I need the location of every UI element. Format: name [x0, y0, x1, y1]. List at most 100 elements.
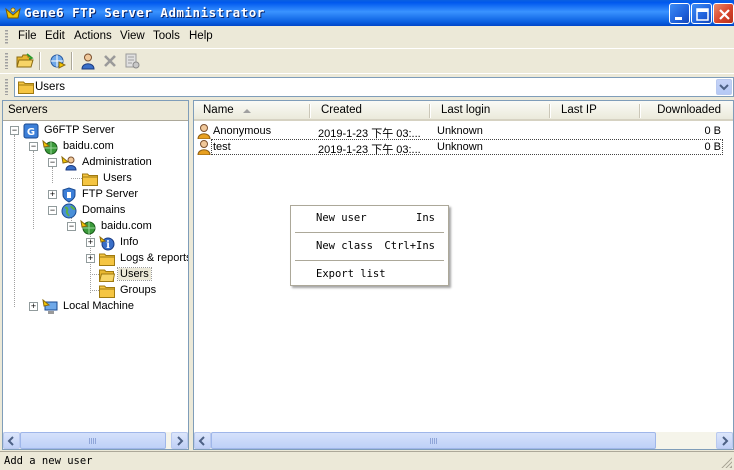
server-tree[interactable]: − − − + − − + + + G G6FTP Server baidu.c…	[3, 121, 188, 433]
user-icon	[197, 140, 211, 155]
toolbar-separator	[39, 52, 41, 70]
connect-icon[interactable]	[48, 52, 66, 70]
address-bar: Users	[0, 73, 734, 99]
cell-name: Anonymous	[213, 125, 272, 137]
close-icon	[719, 9, 730, 20]
svg-text:i: i	[106, 240, 110, 251]
collapse-toggle[interactable]: −	[48, 158, 57, 167]
collapse-toggle[interactable]: −	[29, 142, 38, 151]
list-horizontal-scrollbar[interactable]	[194, 432, 733, 449]
column-header-created[interactable]: Created	[311, 101, 431, 121]
scroll-thumb[interactable]	[211, 432, 656, 449]
properties-icon[interactable]	[123, 52, 141, 70]
svg-text:G: G	[27, 127, 35, 138]
menu-actions[interactable]: Actions	[74, 30, 112, 42]
open-folder-icon[interactable]	[16, 52, 34, 70]
cell-downloaded: 0 B	[704, 141, 721, 153]
admin-icon	[61, 155, 77, 171]
expand-toggle[interactable]: +	[29, 302, 38, 311]
minimize-button[interactable]	[669, 3, 690, 24]
cell-downloaded: 0 B	[704, 125, 721, 137]
toolbar	[0, 48, 734, 72]
column-header-name[interactable]: Name	[194, 101, 311, 121]
app-icon	[5, 7, 21, 19]
folder-icon	[18, 81, 34, 94]
collapse-toggle[interactable]: −	[67, 222, 76, 231]
expand-toggle[interactable]: +	[48, 190, 57, 199]
collapse-toggle[interactable]: −	[48, 206, 57, 215]
expand-toggle[interactable]: +	[86, 254, 95, 263]
server-icon: G	[23, 123, 39, 139]
globe-icon	[61, 203, 77, 219]
table-row[interactable]: test 2019-1-23 下午 03:... Unknown 0 B	[194, 139, 733, 156]
address-value: Users	[35, 81, 66, 93]
table-row[interactable]: Anonymous 2019-1-23 下午 03:... Unknown 0 …	[194, 123, 733, 140]
menu-tools[interactable]: Tools	[153, 30, 180, 42]
menu-item-new-user[interactable]: New user Ins	[291, 210, 448, 227]
toolbar-grip[interactable]	[5, 53, 8, 69]
user-icon	[197, 124, 211, 139]
menu-view[interactable]: View	[120, 30, 145, 42]
menu-edit[interactable]: Edit	[45, 30, 65, 42]
user-icon[interactable]	[79, 52, 97, 70]
minimize-icon	[675, 17, 682, 20]
scroll-thumb[interactable]	[20, 432, 166, 449]
column-header-downloaded[interactable]: Downloaded	[641, 101, 733, 121]
tree-line	[14, 135, 15, 307]
servers-pane: Servers − − − + − − + + + G G6FTP Server	[2, 100, 189, 450]
cell-last-login: Unknown	[437, 125, 483, 137]
tree-horizontal-scrollbar[interactable]	[3, 432, 188, 449]
domain-icon	[80, 219, 96, 235]
cell-last-login: Unknown	[437, 141, 483, 153]
address-dropdown-button[interactable]	[716, 79, 732, 95]
addressbar-grip[interactable]	[5, 79, 8, 95]
servers-header: Servers	[3, 101, 188, 121]
menu-item-export-list[interactable]: Export list	[291, 266, 448, 283]
menu-file[interactable]: File	[18, 30, 37, 42]
chevron-left-icon	[198, 436, 205, 446]
cell-name: test	[213, 141, 231, 153]
sort-ascending-icon	[243, 109, 251, 113]
maximize-button[interactable]	[691, 3, 712, 24]
maximize-icon	[696, 8, 709, 21]
delete-icon[interactable]	[101, 52, 119, 70]
scroll-right-button[interactable]	[716, 432, 733, 449]
chevron-right-icon	[722, 436, 729, 446]
folder-open-icon	[99, 269, 115, 282]
menu-separator	[295, 232, 444, 233]
close-button[interactable]	[713, 3, 734, 24]
context-menu: New user Ins New class Ctrl+Ins Export l…	[290, 205, 449, 286]
scroll-right-button[interactable]	[171, 432, 188, 449]
title-bar[interactable]: Gene6 FTP Server Administrator	[0, 0, 734, 26]
address-combobox[interactable]: Users	[14, 77, 734, 97]
folder-icon	[82, 173, 98, 186]
chevron-left-icon	[7, 436, 14, 446]
resize-grip[interactable]	[720, 456, 732, 468]
status-bar: Add a new user	[0, 451, 734, 470]
tree-line	[33, 151, 34, 229]
menubar-grip[interactable]	[5, 30, 8, 45]
column-header-last-ip[interactable]: Last IP	[551, 101, 641, 121]
domain-icon	[42, 139, 58, 155]
menu-item-new-class[interactable]: New class Ctrl+Ins	[291, 238, 448, 255]
window-title: Gene6 FTP Server Administrator	[24, 5, 265, 20]
column-header-last-login[interactable]: Last login	[431, 101, 551, 121]
tree-line	[52, 167, 53, 183]
chevron-right-icon	[177, 436, 184, 446]
folder-icon	[99, 253, 115, 266]
expand-toggle[interactable]: +	[86, 238, 95, 247]
ftp-server-icon	[62, 187, 76, 203]
toolbar-separator	[71, 52, 73, 70]
chevron-down-icon	[719, 84, 729, 91]
folder-icon	[99, 285, 115, 298]
users-list-pane: Name Created Last login Last IP Download…	[193, 100, 734, 450]
menu-separator	[295, 260, 444, 261]
local-machine-icon	[42, 299, 58, 314]
info-icon: i	[99, 235, 115, 251]
scroll-left-button[interactable]	[194, 432, 211, 449]
menu-help[interactable]: Help	[189, 30, 213, 42]
scroll-left-button[interactable]	[3, 432, 20, 449]
status-text: Add a new user	[4, 455, 93, 467]
menu-bar: File Edit Actions View Tools Help	[0, 26, 734, 48]
collapse-toggle[interactable]: −	[10, 126, 19, 135]
